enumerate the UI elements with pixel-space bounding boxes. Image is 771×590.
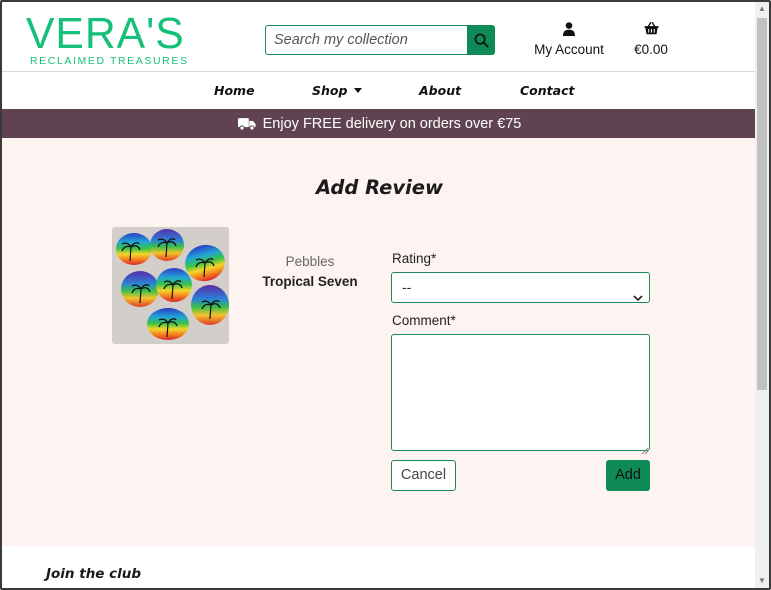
scroll-down-icon[interactable]: ▼ xyxy=(755,574,769,588)
product-name: Tropical Seven xyxy=(262,274,358,289)
shopping-bag-link[interactable]: €0.00 xyxy=(630,22,672,57)
rating-label: Rating* xyxy=(392,251,437,266)
chevron-down-icon xyxy=(633,283,643,312)
site-footer: Join the club xyxy=(2,546,757,588)
product-category: Pebbles xyxy=(285,254,335,269)
nav-shop-label: Shop xyxy=(312,83,348,98)
join-club-heading: Join the club xyxy=(46,566,142,582)
main-nav: Home Shop About Contact xyxy=(2,73,757,109)
resize-grip-icon[interactable] xyxy=(641,442,649,460)
vertical-scrollbar[interactable]: ▲ ▼ xyxy=(755,2,769,588)
truck-icon xyxy=(237,117,256,131)
main-content: Add Review Pebbles Tropical Seven Rating… xyxy=(2,138,757,546)
nav-home[interactable]: Home xyxy=(214,73,255,109)
search-icon xyxy=(474,33,489,48)
product-image xyxy=(112,227,229,344)
basket-icon xyxy=(630,22,672,38)
user-icon xyxy=(530,22,608,38)
add-button[interactable]: Add xyxy=(606,460,650,491)
search-input[interactable] xyxy=(265,25,467,55)
comment-textarea[interactable] xyxy=(391,334,650,451)
nav-contact[interactable]: Contact xyxy=(520,73,574,109)
site-header: VERA'S RECLAIMED TREASURES Search my col… xyxy=(2,2,757,72)
site-logo[interactable]: VERA'S RECLAIMED TREASURES xyxy=(26,9,189,68)
page-title: Add Review xyxy=(315,176,444,199)
bag-total: €0.00 xyxy=(634,42,668,57)
page: VERA'S RECLAIMED TREASURES Search my col… xyxy=(2,2,757,588)
nav-about[interactable]: About xyxy=(419,73,461,109)
banner-text: Enjoy FREE delivery on orders over €75 xyxy=(262,115,522,132)
scroll-up-icon[interactable]: ▲ xyxy=(755,2,769,16)
nav-shop-dropdown[interactable]: Shop xyxy=(312,73,363,109)
logo-wordmark: VERA'S xyxy=(26,9,185,58)
caret-down-icon xyxy=(354,88,363,93)
rating-select[interactable]: -- xyxy=(391,272,650,303)
my-account-link[interactable]: My Account xyxy=(530,22,608,57)
delivery-banner: Enjoy FREE delivery on orders over €75 xyxy=(2,109,757,138)
my-account-label: My Account xyxy=(534,42,604,57)
scrollbar-thumb[interactable] xyxy=(757,18,767,390)
cancel-button[interactable]: Cancel xyxy=(391,460,456,491)
search-button[interactable] xyxy=(467,25,495,55)
logo-tagline: RECLAIMED TREASURES xyxy=(30,55,189,67)
rating-selected-value: -- xyxy=(402,279,412,295)
comment-label: Comment* xyxy=(392,313,456,328)
search-form xyxy=(265,25,495,55)
browser-viewport: VERA'S RECLAIMED TREASURES Search my col… xyxy=(0,0,771,590)
